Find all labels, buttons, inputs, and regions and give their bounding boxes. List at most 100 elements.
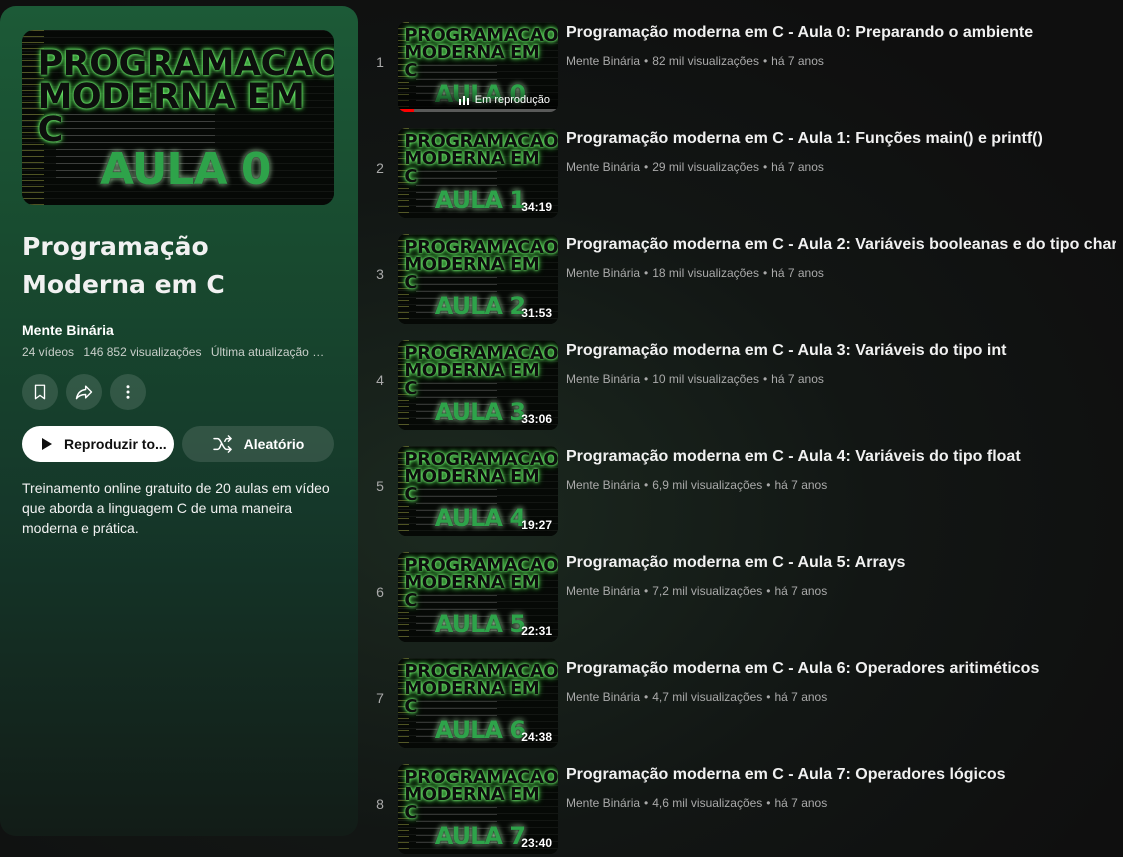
meta-separator: • [644,266,649,280]
video-views: 10 mil visualizações [652,372,759,386]
playlist-video-row[interactable]: 8 PROGRAMACAO MODERNA EM C AULA 7 23:40 Progr… [358,742,1123,854]
playlist-video-row[interactable]: 5 PROGRAMACAO MODERNA EM C AULA 4 19:27 Progr… [358,424,1123,536]
play-all-label: Reproduzir to... [64,436,167,452]
video-channel[interactable]: Mente Binária [566,584,640,598]
bookmark-icon [31,383,49,401]
playlist-video-row[interactable]: 3 PROGRAMACAO MODERNA EM C AULA 2 31:53 Progr… [358,212,1123,324]
playlist-thumbnail[interactable]: PROGRAMACAO MODERNA EM C AULA 0 [22,30,334,205]
meta-separator: • [762,160,768,174]
now-playing-label: Em reprodução [474,94,550,106]
video-thumbnail[interactable]: PROGRAMACAO MODERNA EM C AULA 4 19:27 [398,446,558,536]
meta-separator: • [766,690,771,704]
video-thumbnail[interactable]: PROGRAMACAO MODERNA EM C AULA 1 34:19 [398,128,558,218]
video-duration: 23:40 [521,836,552,850]
thumbnail-badge: AULA 1 [434,186,526,215]
video-index: 1 [376,54,384,70]
video-meta: Mente Binária • 4,7 mil visualizações • há 7… [566,690,827,704]
video-thumbnail[interactable]: PROGRAMACAO MODERNA EM C AULA 5 22:31 [398,552,558,642]
video-channel[interactable]: Mente Binária [566,796,640,810]
meta-separator: • [762,372,768,386]
video-channel[interactable]: Mente Binária [566,160,640,174]
video-index: 8 [376,796,384,812]
meta-separator: • [644,478,649,492]
meta-separator: • [766,584,771,598]
thumbnail-title-line2: MODERNA EM C [404,466,540,505]
video-age: há 7 anos [771,160,824,174]
meta-separator: • [766,478,771,492]
thumbnail-title-line2: MODERNA EM C [404,42,540,81]
video-title[interactable]: Programação moderna em C - Aula 3: Variá… [566,342,1116,360]
play-all-button[interactable]: Reproduzir to... [22,426,174,462]
video-thumbnail[interactable]: PROGRAMACAO MODERNA EM C AULA 6 24:38 [398,658,558,748]
thumbnail-title: PROGRAMACAO MODERNA EM C [404,27,558,81]
playlist-stats: 24 vídeos 146 852 visualizações Última a… [22,345,327,359]
video-channel[interactable]: Mente Binária [566,266,640,280]
video-title[interactable]: Programação moderna em C - Aula 5: Array… [566,554,1116,572]
playlist-header-panel: PROGRAMACAO MODERNA EM C AULA 0 Programa… [0,6,358,836]
thumbnail-badge: AULA 2 [434,292,526,321]
thumbnail-badge: AULA 4 [434,504,526,533]
video-thumbnail[interactable]: PROGRAMACAOMODERNA EM CAULA 0Em reproduç… [398,22,558,112]
thumbnail-title-line2: MODERNA EM C [404,784,540,823]
video-title[interactable]: Programação moderna em C - Aula 0: Prepa… [566,24,1116,42]
share-button[interactable] [66,374,102,410]
thumbnail-badge: AULA 5 [434,610,526,639]
video-views: 4,7 mil visualizações [652,690,763,704]
video-index: 4 [376,372,384,388]
video-channel[interactable]: Mente Binária [566,478,640,492]
meta-separator: • [644,584,649,598]
video-views: 29 mil visualizações [652,160,759,174]
video-age: há 7 anos [774,584,828,598]
playlist-channel-link[interactable]: Mente Binária [22,322,114,338]
thumbnail-title: PROGRAMACAO MODERNA EM C [404,239,558,293]
shuffle-button[interactable]: Aleatório [182,426,334,462]
shuffle-icon [212,435,234,453]
video-age: há 7 anos [771,266,824,280]
video-meta: Mente Binária • 82 mil visualizações • há 7 … [566,54,824,68]
playlist-video-row[interactable]: 6 PROGRAMACAO MODERNA EM C AULA 5 22:31 Progr… [358,530,1123,642]
play-icon [38,436,54,452]
video-title[interactable]: Programação moderna em C - Aula 1: Funçõ… [566,130,1116,148]
thumbnail-title-line2: MODERNA EM C [404,254,540,293]
video-meta: Mente Binária • 10 mil visualizações • há 7 … [566,372,824,386]
playlist-video-row[interactable]: 2 PROGRAMACAO MODERNA EM C AULA 1 34:19 Progr… [358,106,1123,218]
video-title[interactable]: Programação moderna em C - Aula 2: Variá… [566,236,1116,254]
playlist-video-row[interactable]: 1 PROGRAMACAOMODERNA EM CAULA 0Em reprodu… [358,0,1123,112]
playlist-video-list: 1 PROGRAMACAOMODERNA EM CAULA 0Em reprodu… [358,0,1123,857]
video-views: 18 mil visualizações [652,266,759,280]
thumbnail-title: PROGRAMACAO MODERNA EM C [404,663,558,715]
playlist-video-row[interactable]: 7 PROGRAMACAO MODERNA EM C AULA 6 24:38 Progr… [358,636,1123,748]
video-views: 7,2 mil visualizações [652,584,763,598]
save-playlist-button[interactable] [22,374,58,410]
playlist-title: Programação Moderna em C [22,232,225,299]
thumbnail-title: PROGRAMACAO MODERNA EM C [404,557,558,611]
video-age: há 7 anos [774,796,828,810]
video-thumbnail[interactable]: PROGRAMACAO MODERNA EM C AULA 3 33:06 [398,340,558,430]
thumbnail-title-line2: MODERNA EM C [404,572,540,611]
video-title[interactable]: Programação moderna em C - Aula 4: Variá… [566,448,1116,466]
thumbnail-title: PROGRAMACAO MODERNA EM C [38,46,334,148]
video-thumbnail[interactable]: PROGRAMACAO MODERNA EM C AULA 7 23:40 [398,764,558,854]
video-meta: Mente Binária • 29 mil visualizações • há 7 … [566,160,824,174]
video-thumbnail[interactable]: PROGRAMACAO MODERNA EM C AULA 2 31:53 [398,234,558,324]
thumbnail-title-line2: MODERNA EM C [404,360,540,399]
shuffle-label: Aleatório [243,436,305,452]
thumbnail-title: PROGRAMACAO MODERNA EM C [404,133,558,185]
thumbnail-title: PROGRAMACAO MODERNA EM C [404,769,558,823]
more-actions-button[interactable] [110,374,146,410]
meta-separator: • [644,160,649,174]
video-index: 6 [376,584,384,600]
video-index: 2 [376,160,384,176]
video-age: há 7 anos [771,372,824,386]
video-channel[interactable]: Mente Binária [566,372,640,386]
video-title[interactable]: Programação moderna em C - Aula 6: Opera… [566,660,1116,678]
thumbnail-badge: AULA 3 [434,398,526,427]
thumbnail-badge: AULA 6 [434,716,526,745]
meta-separator: • [644,372,649,386]
thumbnail-badge: AULA 7 [434,822,526,851]
playlist-video-row[interactable]: 4 PROGRAMACAO MODERNA EM C AULA 3 33:06 Progr… [358,318,1123,430]
video-channel[interactable]: Mente Binária [566,690,640,704]
video-channel[interactable]: Mente Binária [566,54,640,68]
video-index: 5 [376,478,384,494]
video-title[interactable]: Programação moderna em C - Aula 7: Opera… [566,766,1116,784]
